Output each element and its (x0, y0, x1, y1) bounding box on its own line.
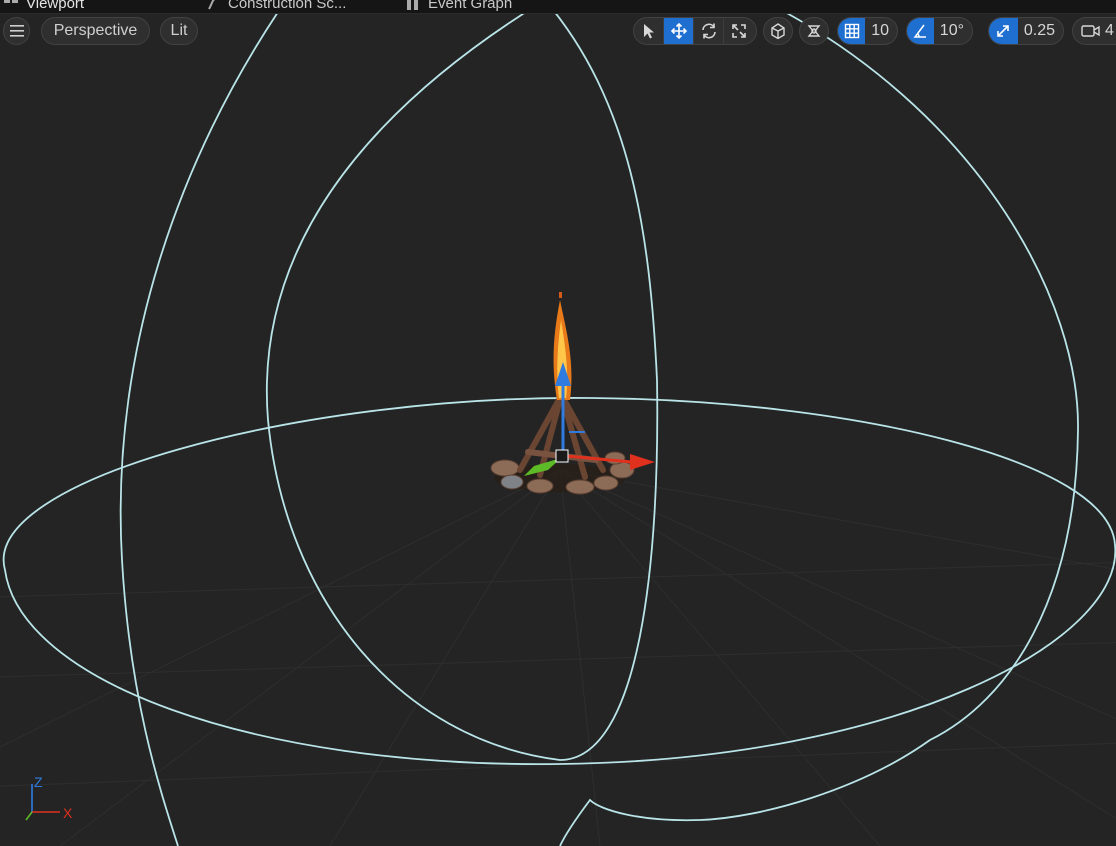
grid-icon (844, 23, 859, 39)
lighting-mode-label: Lit (170, 22, 188, 39)
event-graph-icon (406, 0, 420, 10)
floor-grid (0, 469, 1116, 846)
tab-event-graph[interactable]: Event Graph (406, 0, 512, 13)
scale-arrow-icon (997, 25, 1010, 37)
grid-snap-toggle[interactable] (838, 18, 866, 44)
axis-indicator: Z X (14, 770, 84, 835)
scale-snap-toggle[interactable] (989, 18, 1018, 44)
tab-event-graph-label: Event Graph (428, 0, 513, 12)
surface-snap-icon (807, 25, 821, 37)
camera-speed-value: 4 (1105, 22, 1114, 39)
viewport-tab-icon (4, 0, 18, 10)
scene-canvas[interactable] (0, 0, 1116, 846)
rotation-snap-group[interactable]: 10° (906, 17, 973, 45)
lighting-mode-button[interactable]: Lit (160, 17, 198, 45)
scale-mode-button[interactable] (724, 18, 754, 44)
rotate-mode-button[interactable] (694, 18, 724, 44)
translate-mode-button[interactable] (664, 18, 694, 44)
axis-x-label: X (63, 805, 73, 821)
transform-tools-group (633, 17, 757, 45)
editor-viewport[interactable]: Viewport Construction Sc... Event Graph … (0, 0, 1116, 846)
scale-snap-value[interactable]: 0.25 (1018, 22, 1063, 40)
editor-tab-bar: Viewport Construction Sc... Event Graph (0, 0, 1116, 14)
surface-snapping-button[interactable] (799, 17, 829, 45)
viewport-options-button[interactable] (3, 17, 30, 45)
rotation-snap-toggle[interactable] (907, 18, 934, 44)
camera-icon (1073, 24, 1101, 38)
tab-viewport[interactable]: Viewport (4, 0, 84, 13)
rotation-snap-value[interactable]: 10° (934, 22, 972, 40)
rotate-icon (701, 23, 716, 39)
angle-icon (913, 24, 927, 38)
tab-construction-script[interactable]: Construction Sc... (206, 0, 346, 13)
bounds-sphere (2, 0, 1116, 846)
select-mode-button[interactable] (634, 18, 664, 44)
tab-construction-label: Construction Sc... (228, 0, 347, 12)
function-icon (206, 0, 220, 10)
grid-snap-value[interactable]: 10 (865, 22, 897, 40)
world-icon (771, 23, 785, 40)
view-mode-label: Perspective (53, 22, 138, 39)
scale-icon (732, 24, 746, 38)
tab-viewport-label: Viewport (26, 0, 85, 12)
camera-speed-button[interactable]: 4 (1072, 17, 1116, 45)
axis-z-label: Z (34, 774, 43, 790)
move-arrows-icon (670, 22, 687, 40)
scale-snap-group[interactable]: 0.25 (988, 17, 1064, 45)
view-mode-button[interactable]: Perspective (41, 17, 150, 45)
hamburger-icon (9, 25, 24, 37)
grid-snap-group[interactable]: 10 (837, 17, 898, 45)
cursor-arrow-icon (643, 24, 654, 39)
coordinate-system-button[interactable] (763, 17, 793, 45)
axis-gizmo-icon: Z X (25, 774, 73, 821)
